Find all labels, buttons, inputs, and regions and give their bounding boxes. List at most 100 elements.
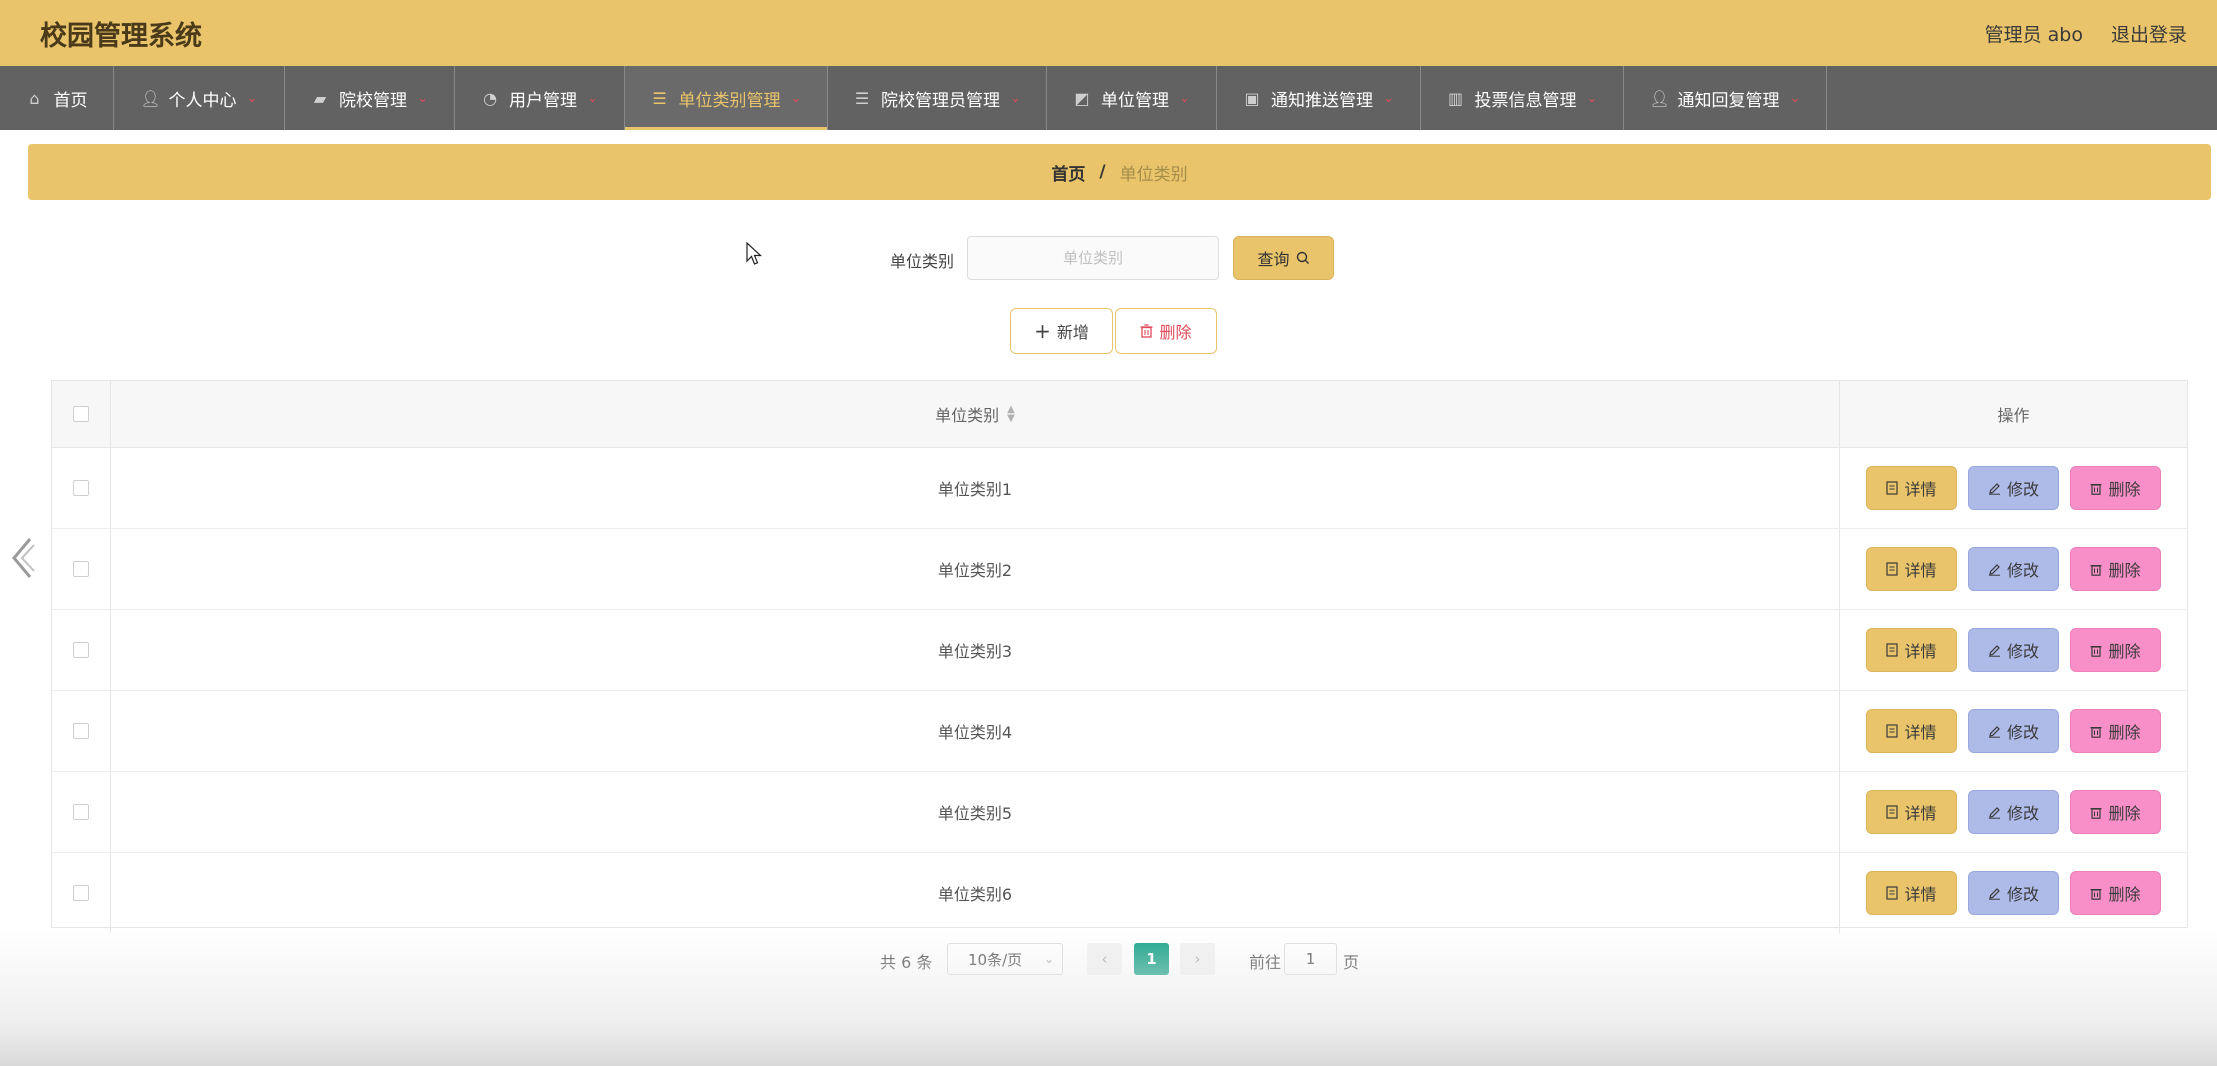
detail-button[interactable]: 详情 (1866, 790, 1957, 834)
row-delete-button[interactable]: 删除 (2070, 790, 2161, 834)
nav-item-unit-category-management[interactable]: ☰ 单位类别管理 ⌄ (625, 66, 828, 130)
nav-item-label: 通知推送管理 (1271, 90, 1374, 111)
edit-button[interactable]: 修改 (1968, 790, 2059, 834)
add-button[interactable]: + 新增 (1010, 308, 1113, 354)
unit-category-value: 单位类别3 (937, 642, 1013, 661)
next-page-button[interactable]: › (1180, 943, 1215, 975)
pencil-icon (1988, 806, 2000, 819)
row-delete-button[interactable]: 删除 (2070, 871, 2161, 915)
nav-item-user-management[interactable]: ◔ 用户管理 ⌄ (455, 66, 625, 130)
row-delete-button[interactable]: 删除 (2070, 547, 2161, 591)
row-delete-button[interactable]: 删除 (2070, 466, 2161, 510)
document-icon (1886, 805, 1899, 819)
pagination: 共 6 条 10条/页 ⌄ ‹ 1 › 前往 页 (0, 942, 2217, 976)
chevron-left-icon: ‹ (1101, 950, 1108, 968)
nav-item-school-admin-management[interactable]: ☰ 院校管理员管理 ⌄ (828, 66, 1047, 130)
table-header: 单位类别 ▲ ▼ 操作 (52, 381, 2187, 448)
row-checkbox[interactable] (73, 561, 89, 577)
row-check-cell (52, 772, 111, 852)
pencil-icon (1988, 482, 2000, 495)
page-size-select[interactable]: 10条/页 ⌄ (947, 943, 1063, 975)
mouse-cursor-icon (746, 242, 762, 265)
nav-item-school-management[interactable]: ▰ 院校管理 ⌄ (285, 66, 455, 130)
row-checkbox[interactable] (73, 885, 89, 901)
trash-icon (2090, 564, 2102, 576)
detail-button-label: 详情 (1904, 561, 1937, 580)
edit-button[interactable]: 修改 (1968, 628, 2059, 672)
nav-item-notice-push-management[interactable]: ▣ 通知推送管理 ⌄ (1217, 66, 1421, 130)
nav-item-vote-info-management[interactable]: ▥ 投票信息管理 ⌄ (1421, 66, 1624, 130)
edit-button-label: 修改 (2006, 561, 2039, 580)
table-row: 单位类别4 详情 修改 删除 (52, 691, 2187, 772)
row-delete-button[interactable]: 删除 (2070, 628, 2161, 672)
document-icon (1886, 886, 1899, 900)
row-delete-button[interactable]: 删除 (2070, 709, 2161, 753)
header-check-cell (52, 381, 111, 447)
row-check-cell (52, 610, 111, 690)
trash-icon (1140, 324, 1153, 338)
detail-button[interactable]: 详情 (1866, 466, 1957, 510)
chevron-down-icon: ⌄ (417, 90, 428, 106)
menu-icon: ☰ (652, 88, 667, 108)
row-operations: 详情 修改 删除 (1840, 529, 2187, 609)
nav-item-unit-management[interactable]: ◩ 单位管理 ⌄ (1047, 66, 1217, 130)
goto-page-input[interactable] (1284, 943, 1337, 975)
briefcase-icon: ▣ (1244, 88, 1260, 108)
trash-icon (2090, 483, 2102, 495)
nav-item-label: 个人中心 (168, 90, 237, 111)
page-number-current[interactable]: 1 (1134, 943, 1169, 975)
breadcrumb-separator: / (1099, 162, 1106, 182)
nav-item-label: 首页 (53, 90, 88, 111)
trash-icon (2090, 807, 2102, 819)
edit-button[interactable]: 修改 (1968, 709, 2059, 753)
detail-button[interactable]: 详情 (1866, 871, 1957, 915)
row-check-cell (52, 529, 111, 609)
query-button-label: 查询 (1257, 250, 1290, 269)
row-checkbox[interactable] (73, 480, 89, 496)
nav-item-personal-center[interactable]: 👤︎ 个人中心 ⌄ (114, 66, 285, 130)
column-header-label: 单位类别 (935, 406, 1000, 425)
home-icon: ⌂ (29, 88, 40, 108)
sort-icon[interactable]: ▲ ▼ (1007, 405, 1015, 424)
header-operations: 操作 (1840, 381, 2187, 447)
logout-link[interactable]: 退出登录 (2111, 20, 2187, 47)
edit-button-label: 修改 (2006, 480, 2039, 499)
detail-button[interactable]: 详情 (1866, 547, 1957, 591)
prev-page-button[interactable]: ‹ (1087, 943, 1122, 975)
edit-button[interactable]: 修改 (1968, 466, 2059, 510)
search-icon (1296, 251, 1309, 264)
nav-item-home[interactable]: ⌂ 首页 (0, 66, 114, 130)
unit-category-cell: 单位类别5 (111, 772, 1840, 852)
breadcrumb-home[interactable]: 首页 (1051, 160, 1085, 185)
row-checkbox[interactable] (73, 804, 89, 820)
query-button[interactable]: 查询 (1233, 236, 1334, 280)
row-operations: 详情 修改 删除 (1840, 853, 2187, 933)
unit-category-search-input[interactable] (967, 236, 1219, 280)
row-checkbox[interactable] (73, 723, 89, 739)
detail-button[interactable]: 详情 (1866, 628, 1957, 672)
chevron-left-icon[interactable] (8, 535, 36, 581)
row-delete-label: 删除 (2108, 804, 2141, 823)
trash-icon (2090, 726, 2102, 738)
row-operations: 详情 修改 删除 (1840, 691, 2187, 771)
trash-icon (2090, 645, 2102, 657)
bulk-delete-button[interactable]: 删除 (1115, 308, 1217, 354)
row-checkbox[interactable] (73, 642, 89, 658)
trash-icon (2090, 888, 2102, 900)
edit-button[interactable]: 修改 (1968, 547, 2059, 591)
header-unit-category[interactable]: 单位类别 ▲ ▼ (111, 381, 1840, 447)
ticket-icon: ▰ (313, 88, 327, 108)
top-header: 校园管理系统 管理员 abo 退出登录 (0, 0, 2217, 66)
edit-button[interactable]: 修改 (1968, 871, 2059, 915)
admin-user-label[interactable]: 管理员 abo (1985, 20, 2083, 47)
user-icon: 👤︎ (140, 88, 161, 108)
row-delete-label: 删除 (2108, 480, 2141, 499)
pencil-icon (1988, 644, 2000, 657)
detail-button[interactable]: 详情 (1866, 709, 1957, 753)
row-check-cell (52, 691, 111, 771)
total-count: 共 6 条 (880, 953, 933, 972)
table-row: 单位类别1 详情 修改 删除 (52, 448, 2187, 529)
nav-item-notice-reply-management[interactable]: 👤︎ 通知回复管理 ⌄ (1624, 66, 1827, 130)
main-nav: ⌂ 首页 👤︎ 个人中心 ⌄ ▰ 院校管理 ⌄ ◔ 用户管理 ⌄ ☰ 单位类别管… (0, 66, 2217, 130)
select-all-checkbox[interactable] (73, 406, 89, 422)
